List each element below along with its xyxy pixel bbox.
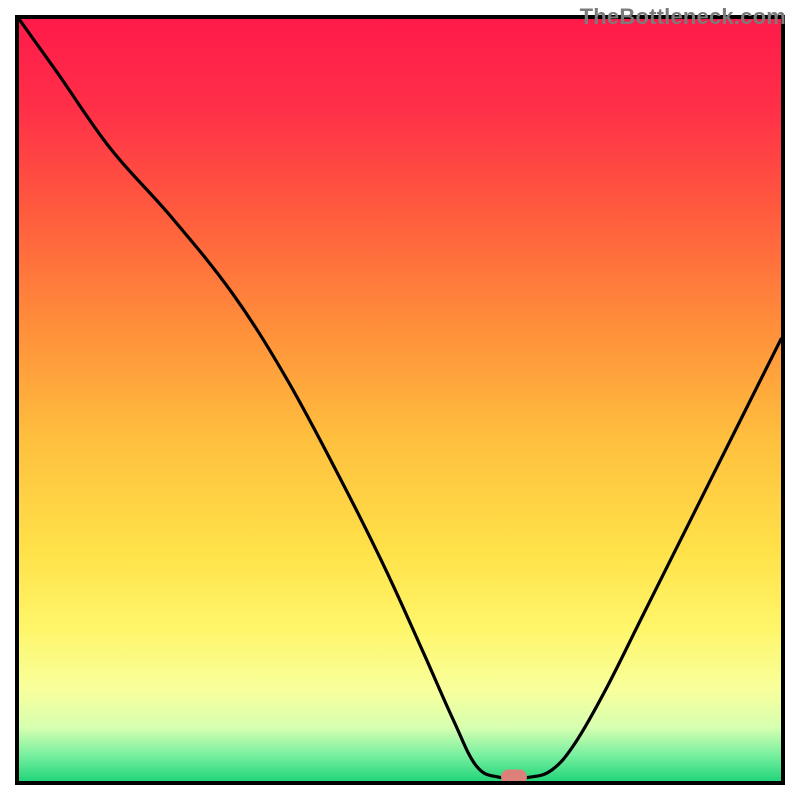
optimal-marker bbox=[501, 770, 527, 785]
plot-area bbox=[15, 15, 785, 785]
watermark-text: TheBottleneck.com bbox=[580, 4, 786, 30]
bottleneck-curve bbox=[19, 19, 781, 781]
chart-stage: TheBottleneck.com bbox=[0, 0, 800, 800]
